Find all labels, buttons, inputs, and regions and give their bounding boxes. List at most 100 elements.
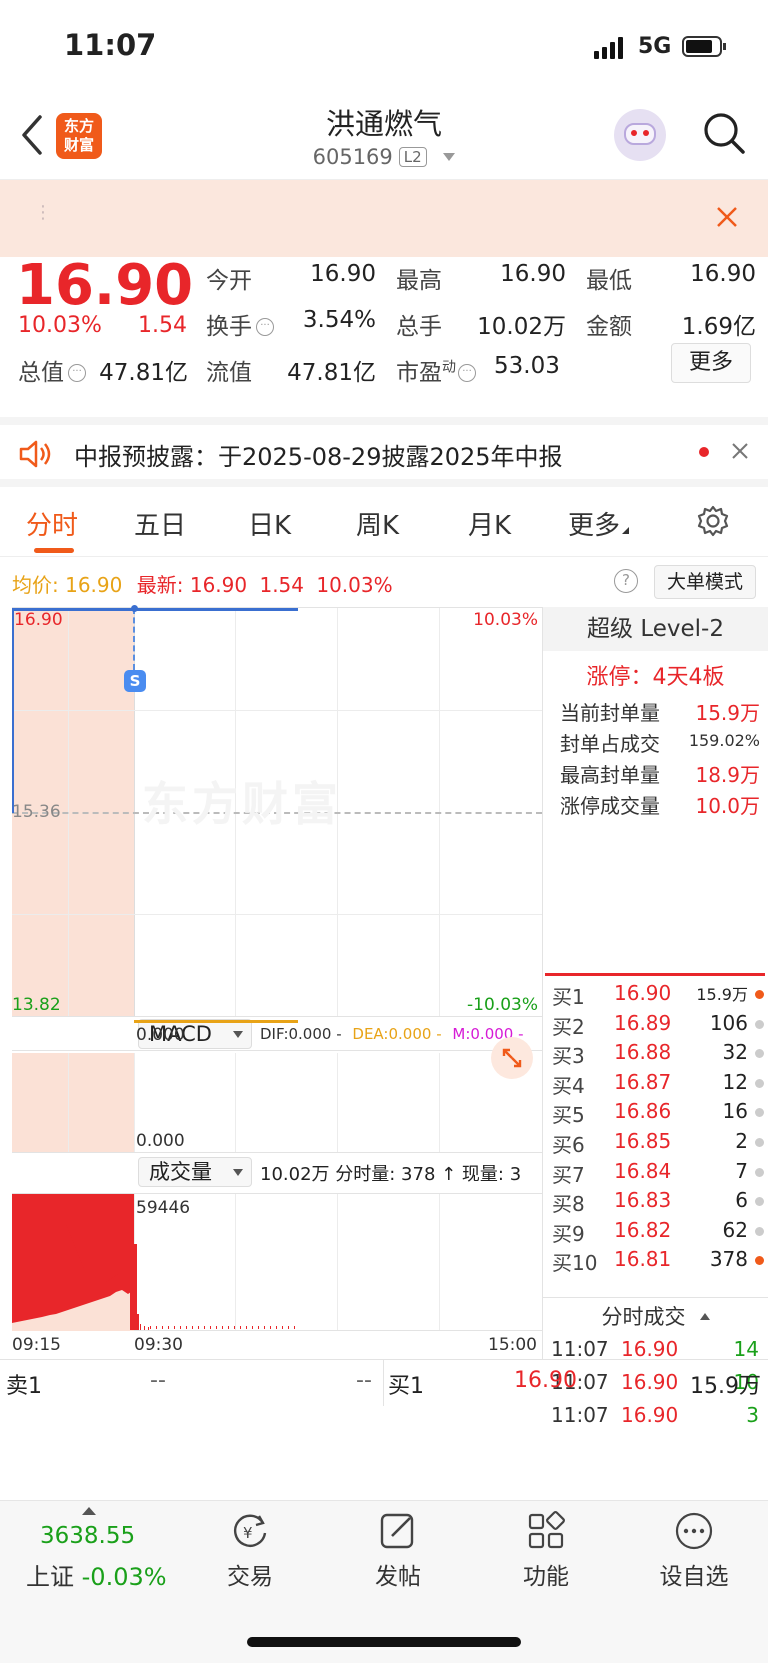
bid-level-label: 买7 bbox=[552, 1162, 585, 1187]
robot-assistant-icon[interactable] bbox=[614, 109, 666, 161]
bid-level-label: 买3 bbox=[552, 1044, 585, 1069]
corner-arrow-icon bbox=[622, 527, 630, 534]
info-icon[interactable]: ··· bbox=[256, 318, 274, 336]
order-book-row[interactable]: 买10 16.81 378 bbox=[544, 1247, 768, 1278]
signal-icon bbox=[594, 37, 626, 59]
order-book-row[interactable]: 买3 16.88 32 bbox=[544, 1040, 768, 1071]
info-icon[interactable]: ··· bbox=[68, 364, 86, 382]
unread-dot bbox=[699, 447, 709, 457]
promo-banner[interactable]: ⋮ bbox=[0, 180, 768, 257]
volume-ticks bbox=[150, 1326, 300, 1329]
volume-summary: 10.02万 分时量: 378 ↑ 现量: 3 bbox=[260, 1164, 522, 1185]
axis-mid-price: 15.36 bbox=[12, 802, 61, 822]
info-icon[interactable]: ··· bbox=[458, 364, 476, 382]
level2-title-bar[interactable]: 超级 Level-2 bbox=[543, 607, 768, 651]
stock-code: 605169 bbox=[312, 145, 393, 169]
search-icon[interactable] bbox=[702, 111, 746, 155]
s-signal-icon[interactable]: S bbox=[124, 670, 146, 692]
macd-chart[interactable]: 0.000 0.000 bbox=[12, 1019, 542, 1153]
avg-price: 16.90 bbox=[65, 573, 123, 597]
trades-title[interactable]: 分时成交 bbox=[543, 1301, 768, 1333]
level1-strip: 卖1 -- -- 买1 16.90 15.9万 bbox=[0, 1360, 768, 1406]
bid-volume: 106 bbox=[709, 1010, 748, 1035]
bid-volume: 16 bbox=[722, 1099, 748, 1124]
order-book-row[interactable]: 买6 16.85 2 bbox=[544, 1129, 768, 1160]
intraday-chart-area: 均价: 16.90 最新: 16.90 1.54 10.03% ? 大单模式 S… bbox=[0, 557, 768, 1437]
status-time: 11:07 bbox=[64, 28, 157, 62]
tab-five-day[interactable]: 五日 bbox=[134, 505, 186, 542]
order-book-row[interactable]: 买5 16.86 16 bbox=[544, 1099, 768, 1130]
big-order-mode-button[interactable]: 大单模式 bbox=[654, 565, 756, 599]
order-book-row[interactable]: 买9 16.82 62 bbox=[544, 1218, 768, 1249]
tab-indicator bbox=[34, 548, 74, 553]
more-button[interactable]: 更多 bbox=[671, 343, 751, 383]
dropdown-icon[interactable] bbox=[443, 153, 456, 161]
tab-daily-k[interactable]: 日K bbox=[248, 505, 291, 542]
close-icon[interactable] bbox=[714, 204, 740, 230]
battery-icon bbox=[682, 36, 726, 57]
volume-selector[interactable]: 成交量 bbox=[138, 1157, 252, 1187]
bid-level-label: 买5 bbox=[552, 1103, 585, 1128]
speaker-icon bbox=[18, 439, 54, 469]
latest-price: 16.90 bbox=[189, 573, 248, 597]
order-dot bbox=[755, 1049, 764, 1059]
index-value[interactable]: 3638.55 bbox=[40, 1523, 135, 1549]
volume-chart[interactable]: 59446 bbox=[12, 1193, 542, 1331]
order-dot bbox=[755, 1167, 764, 1177]
order-book-row[interactable]: 买7 16.84 7 bbox=[544, 1159, 768, 1190]
trade-time: 11:07 bbox=[551, 1403, 609, 1427]
gear-icon[interactable] bbox=[696, 504, 730, 538]
volume-value: 10.02万 bbox=[477, 314, 566, 340]
pe-label: 市盈动 ··· bbox=[396, 353, 476, 387]
order-book-row[interactable]: 买8 16.83 6 bbox=[544, 1188, 768, 1219]
add-watchlist-button[interactable]: 设自选 bbox=[634, 1511, 754, 1591]
tab-weekly-k[interactable]: 周K bbox=[356, 505, 399, 542]
expand-icon[interactable] bbox=[491, 1037, 533, 1079]
level2-stat-row: 最高封单量 18.9万 bbox=[560, 763, 760, 787]
limit-up-status: 涨停：4天4板 bbox=[586, 665, 725, 690]
signal-dot bbox=[131, 605, 138, 612]
change-percent: 10.03% bbox=[18, 313, 102, 338]
edit-icon bbox=[378, 1511, 418, 1551]
svg-text:¥: ¥ bbox=[243, 1524, 253, 1542]
bid-volume: 32 bbox=[722, 1040, 748, 1065]
amount-value: 1.69亿 bbox=[681, 314, 756, 340]
order-book-row[interactable]: 买2 16.89 106 bbox=[544, 1011, 768, 1042]
tab-intraday[interactable]: 分时 bbox=[26, 505, 78, 542]
bid-volume: 7 bbox=[735, 1158, 748, 1183]
change-amount: 1.54 bbox=[138, 313, 187, 338]
level2-stat-row: 封单占成交 159.02% bbox=[560, 731, 760, 756]
axis-bottom-pct: -10.03% bbox=[467, 995, 538, 1015]
buy1-price: 16.90 bbox=[514, 1368, 577, 1393]
expand-up-icon[interactable] bbox=[82, 1507, 96, 1515]
post-button[interactable]: 发帖 bbox=[338, 1511, 458, 1591]
low-label: 最低 bbox=[586, 268, 632, 294]
float-cap-label: 流值 bbox=[206, 360, 252, 386]
tab-monthly-k[interactable]: 月K bbox=[468, 505, 511, 542]
order-book-row[interactable]: 买4 16.87 12 bbox=[544, 1070, 768, 1101]
level2-stats: 当前封单量 15.9万 封单占成交 159.02% 最高封单量 18.9万 涨停… bbox=[560, 697, 760, 821]
order-dot bbox=[755, 1138, 764, 1147]
bid-volume: 378 bbox=[709, 1247, 748, 1272]
home-indicator bbox=[247, 1637, 521, 1647]
order-dot bbox=[755, 1019, 764, 1029]
bid-price: 16.85 bbox=[614, 1129, 672, 1153]
notice-bar[interactable]: 中报预披露：于2025-08-29披露2025年中报 bbox=[0, 417, 768, 487]
quote-panel: 16.90 10.03% 1.54 今开 16.90 最高 16.90 最低 1… bbox=[0, 253, 768, 417]
tab-more[interactable]: 更多 bbox=[568, 505, 630, 542]
bid-level-label: 买4 bbox=[552, 1073, 585, 1098]
bid-price: 16.81 bbox=[614, 1247, 672, 1272]
index-row[interactable]: 上证 -0.03% bbox=[26, 1557, 167, 1592]
order-book-row[interactable]: 买1 16.90 15.9万 bbox=[544, 981, 768, 1012]
bid-level-label: 买10 bbox=[552, 1251, 598, 1276]
level2-title: 超级 Level-2 bbox=[587, 616, 724, 642]
chart-tabs: 分时 五日 日K 周K 月K 更多 bbox=[0, 487, 768, 557]
high-label: 最高 bbox=[396, 268, 442, 294]
help-icon[interactable]: ? bbox=[614, 569, 638, 593]
price-chart[interactable]: S 东方财富 16.90 15.36 13.82 10.03% -10.03% bbox=[12, 605, 542, 1017]
bid-volume: 15.9万 bbox=[696, 985, 748, 1004]
trade-button[interactable]: ¥ 交易 bbox=[190, 1511, 310, 1591]
functions-button[interactable]: 功能 bbox=[486, 1511, 606, 1591]
sell1-price: -- bbox=[150, 1368, 166, 1393]
close-icon[interactable] bbox=[730, 441, 750, 461]
